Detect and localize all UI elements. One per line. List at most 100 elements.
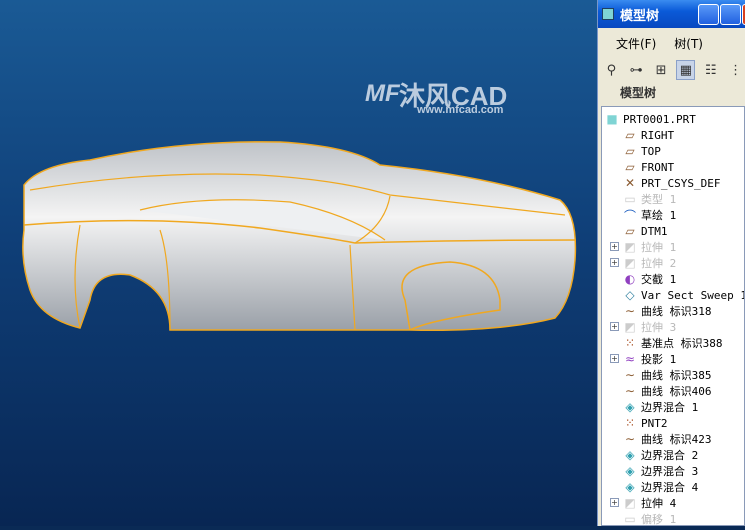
tree-item[interactable]: ▭ 偏移 1 [622,511,677,526]
tree-item-label: 边界混合 1 [641,401,699,414]
menu-file[interactable]: 文件(F) [616,35,656,52]
expand-icon[interactable]: + [610,242,619,251]
tree-item-label: 类型 1 [641,193,677,206]
tree-item[interactable]: ◩ 拉伸 4 [622,495,676,511]
window-icon [602,8,614,20]
expand-icon[interactable]: + [610,498,619,507]
tree-item-label: 曲线 标识406 [641,385,712,398]
3d-viewport[interactable]: MF 沐风CAD www.mfcad.com [0,0,597,526]
tree-item-label: PRT_CSYS_DEF [641,176,721,190]
tree-item-label: PNT2 [641,416,668,430]
boundary-blend-icon: ◈ [625,480,635,494]
tree-item[interactable]: ◈ 边界混合 3 [622,463,698,479]
boundary-blend-icon: ◈ [625,464,635,478]
curve-icon: ∼ [624,304,636,318]
tree-item[interactable]: ◇ Var Sect Sweep 1 [622,287,744,303]
tree-item[interactable]: ▱ TOP [622,143,661,159]
tree-item-label: 拉伸 4 [641,497,677,510]
tree-item[interactable]: ▱ DTM1 [622,223,667,239]
tree-item-label: 曲线 标识385 [641,369,712,382]
show-tree-icon[interactable]: ▦ [676,60,696,80]
model-tree-panel: 模型树 文件(F) 树(T) ⚲ ⊶ ⊞ ▦ ☷ ⋮ 模型树 ■ PRT0001.… [597,0,745,526]
tree-item-label: 拉伸 2 [641,257,677,270]
part-icon: ■ [606,112,618,126]
tree-item-label: 曲线 标识423 [641,433,712,446]
tree-item[interactable]: ◩ 拉伸 3 [622,319,676,335]
datum-point-icon: ⁙ [624,336,636,350]
tree-item-label: 基准点 标识388 [641,337,723,350]
curve-icon: ∼ [624,384,636,398]
sketch-icon: ⌒ [623,208,636,223]
tree-item[interactable]: ◈ 边界混合 2 [622,447,698,463]
extrude-icon: ◩ [624,496,636,510]
maximize-button[interactable] [720,4,741,25]
datum-point-icon: ⁙ [624,416,636,430]
extrude-icon: ◩ [624,240,636,254]
tree-item[interactable]: ◈ 边界混合 1 [622,399,698,415]
minimize-button[interactable] [698,4,719,25]
tree-item-label: 曲线 标识318 [641,305,712,318]
car-model [22,141,577,331]
logo-mark: MF [365,80,400,107]
datum-plane-icon: ▱ [625,144,635,158]
expand-icon[interactable]: + [610,322,619,331]
tree-item-label: 草绘 1 [641,209,677,222]
boundary-blend-icon: ◈ [625,400,635,414]
expand-icon[interactable]: + [610,258,619,267]
tree-item[interactable]: ▱ RIGHT [622,127,674,143]
more-icon[interactable]: ⋮ [726,60,745,80]
tree-item[interactable]: ∼ 曲线 标识423 [622,431,712,447]
curve-icon: ∼ [624,432,636,446]
tree-item-label: TOP [641,144,661,158]
tree-item-label: 拉伸 1 [641,241,677,254]
model-tree[interactable]: ■ PRT0001.PRT ▱ RIGHT ▱ TOP ▱ FRONT ✕ PRT_CSYS_DE… [601,106,745,526]
datum-plane-icon: ▱ [625,224,635,238]
tree-item[interactable]: ◩ 拉伸 2 [622,255,676,271]
tree-item[interactable]: ⁙ 基准点 标识388 [622,335,723,351]
tree-item-label: 边界混合 4 [641,481,699,494]
tree-item[interactable]: ∼ 曲线 标识406 [622,383,712,399]
tree-item[interactable]: ⌒ 草绘 1 [622,207,676,223]
tree-item[interactable]: ▱ FRONT [622,159,674,175]
tree-item-label: 边界混合 3 [641,465,699,478]
tree-item[interactable]: ▭ 类型 1 [622,191,676,207]
binoculars-icon[interactable]: ⚲ [602,60,621,80]
tree-item[interactable]: ∼ 曲线 标识385 [622,367,712,383]
toolbar: ⚲ ⊶ ⊞ ▦ ☷ ⋮ [598,58,745,82]
menu-tree[interactable]: 树(T) [674,35,703,52]
settings-icon[interactable]: ☷ [701,60,720,80]
offset-icon: ▭ [624,512,636,526]
logo-url: www.mfcad.com [417,104,504,116]
intersect-icon: ◐ [624,272,636,286]
tree-item[interactable]: ◐ 交截 1 [622,271,677,287]
tree-item-label: FRONT [641,160,675,174]
tree-item[interactable]: ≈ 投影 1 [622,351,676,367]
tree-item-label: RIGHT [641,128,675,142]
expand-icon[interactable]: + [610,354,619,363]
tree-item-label: 拉伸 3 [641,321,677,334]
datum-plane-icon: ▱ [625,128,635,142]
tree-item[interactable]: ✕ PRT_CSYS_DEF [622,175,721,191]
tree-filter-icon[interactable]: ⊶ [627,60,646,80]
tree-item[interactable]: ■ PRT0001.PRT [604,111,696,127]
menu-bar: 文件(F) 树(T) [598,32,745,54]
tree-item-label: 交截 1 [641,273,677,286]
tree-item-label: PRT0001.PRT [623,112,696,126]
csys-icon: ✕ [624,176,636,190]
tree-label: 模型树 [620,86,657,100]
datum-plane-icon: ▱ [625,160,635,174]
style-icon: ▭ [624,192,636,206]
car-body [22,141,577,331]
extrude-icon: ◩ [624,320,636,334]
tree-item[interactable]: ◩ 拉伸 1 [622,239,676,255]
tree-columns-icon[interactable]: ⊞ [652,60,671,80]
tree-item[interactable]: ∼ 曲线 标识318 [622,303,712,319]
boundary-blend-icon: ◈ [625,448,635,462]
tree-item-label: 投影 1 [641,353,677,366]
tree-item-label: 边界混合 2 [641,449,699,462]
extrude-icon: ◩ [624,256,636,270]
tree-item[interactable]: ◈ 边界混合 4 [622,479,698,495]
tree-item[interactable]: ⁙ PNT2 [622,415,668,431]
tree-item-label: 偏移 1 [641,513,677,526]
sweep-icon: ◇ [625,288,635,302]
